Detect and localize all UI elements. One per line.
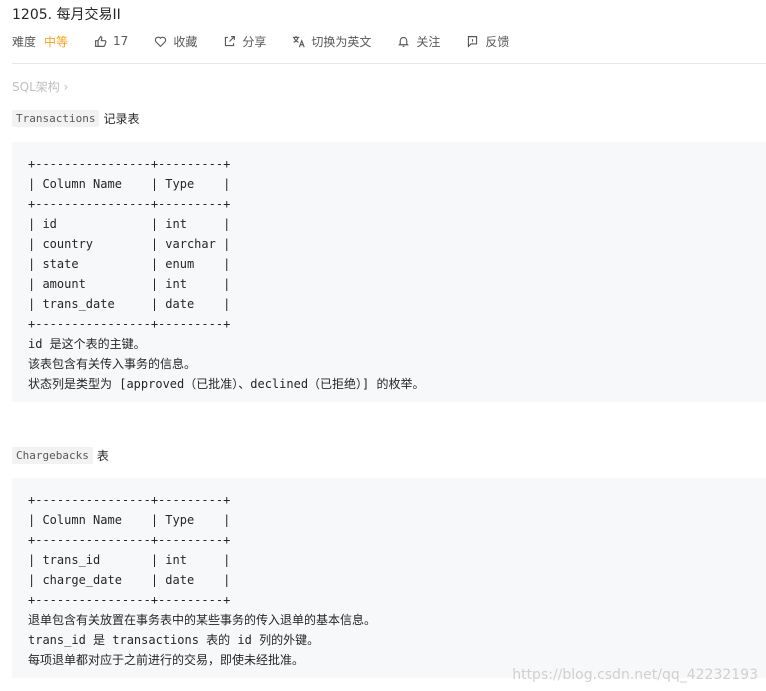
transactions-suffix: 记录表 — [103, 112, 140, 126]
divider — [12, 63, 766, 64]
schema-line: | Column Name | Type | — [28, 177, 231, 191]
breadcrumb[interactable]: SQL架构 › — [12, 78, 68, 95]
page-title: 1205. 每月交易II — [12, 7, 121, 23]
schema-line: | state | enum | — [28, 257, 231, 271]
schema-line: +----------------+---------+ — [28, 493, 231, 507]
transactions-table-name: Transactions — [12, 110, 100, 127]
chargebacks-schema-block: +----------------+---------+ | Column Na… — [12, 478, 766, 678]
share-icon — [225, 35, 236, 46]
schema-line: +----------------+---------+ — [28, 317, 231, 331]
schema-line: | charge_date | date | — [28, 573, 231, 587]
schema-line: | id | int | — [28, 217, 231, 231]
share-button[interactable]: 分享 — [223, 33, 266, 50]
difficulty-value: 中等 — [44, 34, 69, 49]
schema-line: | trans_date | date | — [28, 297, 231, 311]
feedback-label: 反馈 — [485, 34, 510, 49]
schema-line: | Column Name | Type | — [28, 513, 231, 527]
transactions-schema-block: +----------------+---------+ | Column Na… — [12, 142, 766, 402]
flag-icon — [468, 35, 478, 48]
transactions-heading: Transactions 记录表 — [12, 110, 140, 127]
chargebacks-suffix: 表 — [96, 449, 109, 463]
chargebacks-heading: Chargebacks 表 — [12, 447, 109, 464]
follow-label: 关注 — [416, 34, 441, 49]
favorite-button[interactable]: 收藏 — [154, 33, 197, 50]
schema-line: | trans_id | int | — [28, 553, 231, 567]
like-count: 17 — [113, 34, 129, 48]
feedback-button[interactable]: 反馈 — [466, 33, 509, 50]
switch-language-label: 切换为英文 — [311, 34, 372, 49]
schema-line: | amount | int | — [28, 277, 231, 291]
like-button[interactable]: 17 — [94, 34, 128, 48]
difficulty: 难度 中等 — [12, 33, 68, 50]
schema-line: | country | varchar | — [28, 237, 231, 251]
watermark: https://blog.csdn.net/qq_42232193 — [512, 667, 758, 683]
switch-language-button[interactable]: 切换为英文 — [292, 33, 371, 50]
favorite-label: 收藏 — [173, 34, 198, 49]
chargebacks-table-name: Chargebacks — [12, 447, 93, 464]
meta-bar: 难度 中等 17 收藏 分享 切换为英文 关注 反馈 — [12, 31, 535, 51]
schema-line: +----------------+---------+ — [28, 533, 231, 547]
schema-line: +----------------+---------+ — [28, 197, 231, 211]
note-line: trans_id 是 transactions 表的 id 列的外键。 — [28, 633, 320, 647]
schema-line: +----------------+---------+ — [28, 157, 231, 171]
translate-icon — [293, 35, 306, 47]
share-label: 分享 — [242, 34, 267, 49]
note-line: 该表包含有关传入事务的信息。 — [28, 357, 197, 371]
note-line: id 是这个表的主键。 — [28, 337, 146, 351]
bell-icon — [398, 36, 410, 47]
difficulty-label: 难度 — [12, 34, 37, 49]
note-line: 状态列是类型为 [approved（已批准）、declined（已拒绝）] 的枚… — [28, 377, 425, 391]
note-line: 退单包含有关放置在事务表中的某些事务的传入退单的基本信息。 — [28, 613, 377, 627]
schema-line: +----------------+---------+ — [28, 593, 231, 607]
follow-button[interactable]: 关注 — [397, 33, 440, 50]
thumbs-up-icon — [95, 35, 107, 47]
heart-icon — [155, 36, 167, 47]
